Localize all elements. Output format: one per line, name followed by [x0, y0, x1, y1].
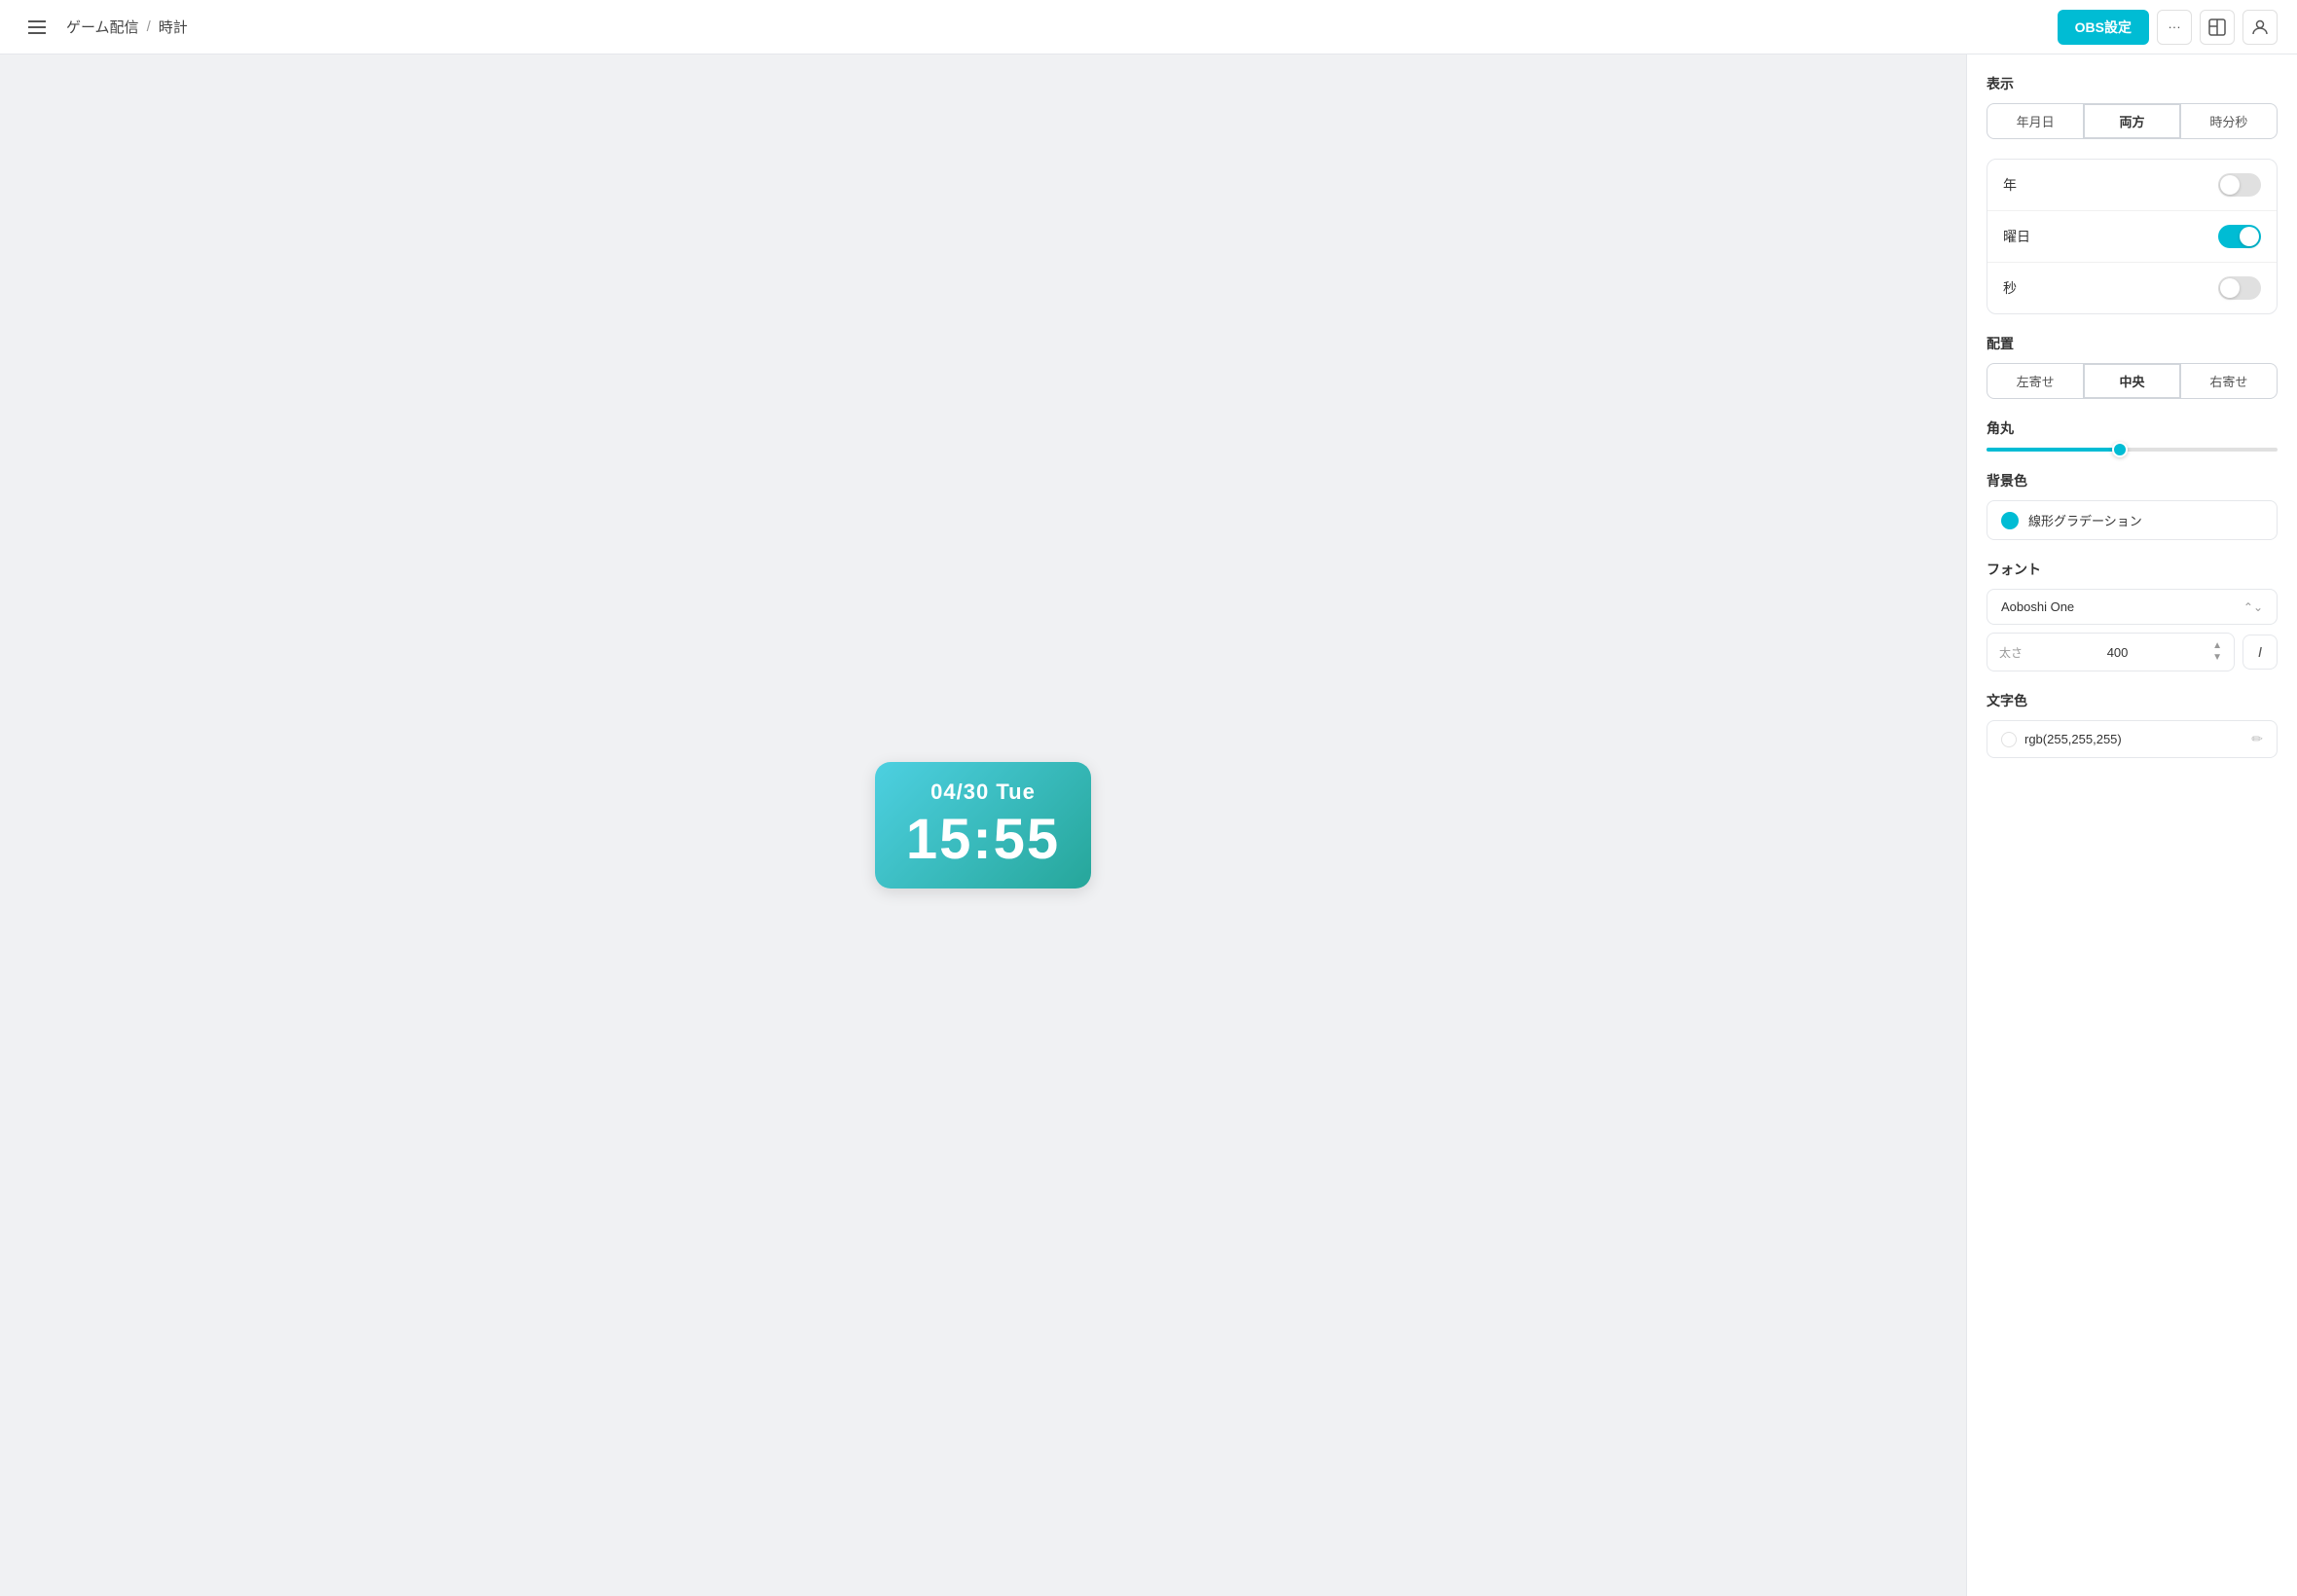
seg-btn-both[interactable]: 両方 — [2084, 104, 2180, 138]
layout-section: 配置 左寄せ 中央 右寄せ — [1987, 334, 2278, 399]
toggle-section: 年 曜日 秒 — [1987, 159, 2278, 314]
display-segmented-control: 年月日 両方 時分秒 — [1987, 103, 2278, 139]
slider-thumb[interactable] — [2112, 442, 2128, 457]
app-header: ゲーム配信 / 時計 OBS設定 ··· — [0, 0, 2297, 54]
toggle-label-seconds: 秒 — [2003, 278, 2017, 298]
toggle-label-weekday: 曜日 — [2003, 227, 2030, 246]
breadcrumb: ゲーム配信 / 時計 — [66, 17, 188, 37]
font-size-row: 太さ 400 ▲ ▼ I — [1987, 633, 2278, 671]
corner-section: 角丸 — [1987, 418, 2278, 452]
text-color-title: 文字色 — [1987, 691, 2278, 710]
layout-button[interactable] — [2200, 10, 2235, 45]
header-right: OBS設定 ··· — [2058, 10, 2278, 45]
text-color-row[interactable]: rgb(255,255,255) ✏ — [1987, 720, 2278, 758]
seg-btn-date[interactable]: 年月日 — [1987, 104, 2084, 138]
obs-settings-button[interactable]: OBS設定 — [2058, 10, 2149, 45]
toggle-year[interactable] — [2218, 173, 2261, 197]
font-size-label: 太さ — [1999, 644, 2023, 661]
text-color-section: 文字色 rgb(255,255,255) ✏ — [1987, 691, 2278, 758]
toggle-knob-year — [2220, 175, 2240, 195]
bg-color-label: 線形グラデーション — [2028, 511, 2142, 529]
corner-slider[interactable] — [1987, 448, 2278, 452]
seg-btn-left[interactable]: 左寄せ — [1987, 364, 2084, 398]
layout-segmented-control: 左寄せ 中央 右寄せ — [1987, 363, 2278, 399]
font-size-value: 400 — [2107, 645, 2129, 660]
layout-icon — [2208, 18, 2226, 36]
toggle-label-year: 年 — [2003, 175, 2017, 195]
user-icon — [2251, 18, 2269, 36]
italic-button[interactable]: I — [2242, 635, 2278, 670]
font-dropdown[interactable]: Aoboshi One ⌃⌄ — [1987, 589, 2278, 625]
toggle-weekday[interactable] — [2218, 225, 2261, 248]
corner-section-title: 角丸 — [1987, 418, 2278, 438]
clock-widget: 04/30 Tue 15:55 — [875, 762, 1091, 889]
font-size-down[interactable]: ▼ — [2212, 653, 2222, 663]
toggle-seconds[interactable] — [2218, 276, 2261, 300]
font-size-up[interactable]: ▲ — [2212, 641, 2222, 651]
toggle-row-weekday: 曜日 — [1987, 211, 2277, 263]
breadcrumb-separator: / — [147, 18, 151, 35]
font-section-title: フォント — [1987, 560, 2278, 579]
hamburger-button[interactable] — [19, 10, 55, 45]
text-color-inner: rgb(255,255,255) — [2001, 732, 2122, 747]
text-color-value: rgb(255,255,255) — [2024, 732, 2122, 746]
bg-color-dot — [2001, 512, 2019, 529]
seg-btn-right[interactable]: 右寄せ — [2181, 364, 2277, 398]
user-button[interactable] — [2242, 10, 2278, 45]
toggle-knob-seconds — [2220, 278, 2240, 298]
breadcrumb-item-1[interactable]: ゲーム配信 — [66, 17, 139, 37]
side-panel: 表示 年月日 両方 時分秒 年 曜日 秒 — [1966, 54, 2297, 1596]
seg-btn-center[interactable]: 中央 — [2084, 364, 2180, 398]
seg-btn-time[interactable]: 時分秒 — [2181, 104, 2277, 138]
breadcrumb-item-2[interactable]: 時計 — [159, 17, 188, 37]
hamburger-icon — [28, 20, 46, 34]
toggle-knob-weekday — [2240, 227, 2259, 246]
bg-color-title: 背景色 — [1987, 471, 2278, 490]
dropdown-arrow-icon: ⌃⌄ — [2243, 600, 2263, 614]
more-button[interactable]: ··· — [2157, 10, 2192, 45]
text-color-dot — [2001, 732, 2017, 747]
display-section-title: 表示 — [1987, 74, 2278, 93]
font-name-label: Aoboshi One — [2001, 599, 2074, 614]
bg-color-section: 背景色 線形グラデーション — [1987, 471, 2278, 540]
main-layout: 04/30 Tue 15:55 表示 年月日 両方 時分秒 年 曜日 — [0, 0, 2297, 1596]
header-left: ゲーム配信 / 時計 — [19, 10, 188, 45]
slider-fill — [1987, 448, 2118, 452]
preview-area: 04/30 Tue 15:55 — [0, 54, 1966, 1596]
display-section: 表示 年月日 両方 時分秒 — [1987, 74, 2278, 139]
clock-time: 15:55 — [906, 809, 1060, 871]
ellipsis-icon: ··· — [2168, 19, 2180, 34]
bg-color-row[interactable]: 線形グラデーション — [1987, 500, 2278, 540]
toggle-row-seconds: 秒 — [1987, 263, 2277, 313]
font-section: フォント Aoboshi One ⌃⌄ 太さ 400 ▲ ▼ I — [1987, 560, 2278, 671]
layout-section-title: 配置 — [1987, 334, 2278, 353]
font-size-input[interactable]: 太さ 400 ▲ ▼ — [1987, 633, 2235, 671]
edit-icon[interactable]: ✏ — [2251, 731, 2263, 747]
clock-date: 04/30 Tue — [906, 780, 1060, 805]
font-size-spinners: ▲ ▼ — [2212, 641, 2222, 663]
toggle-row-year: 年 — [1987, 160, 2277, 211]
